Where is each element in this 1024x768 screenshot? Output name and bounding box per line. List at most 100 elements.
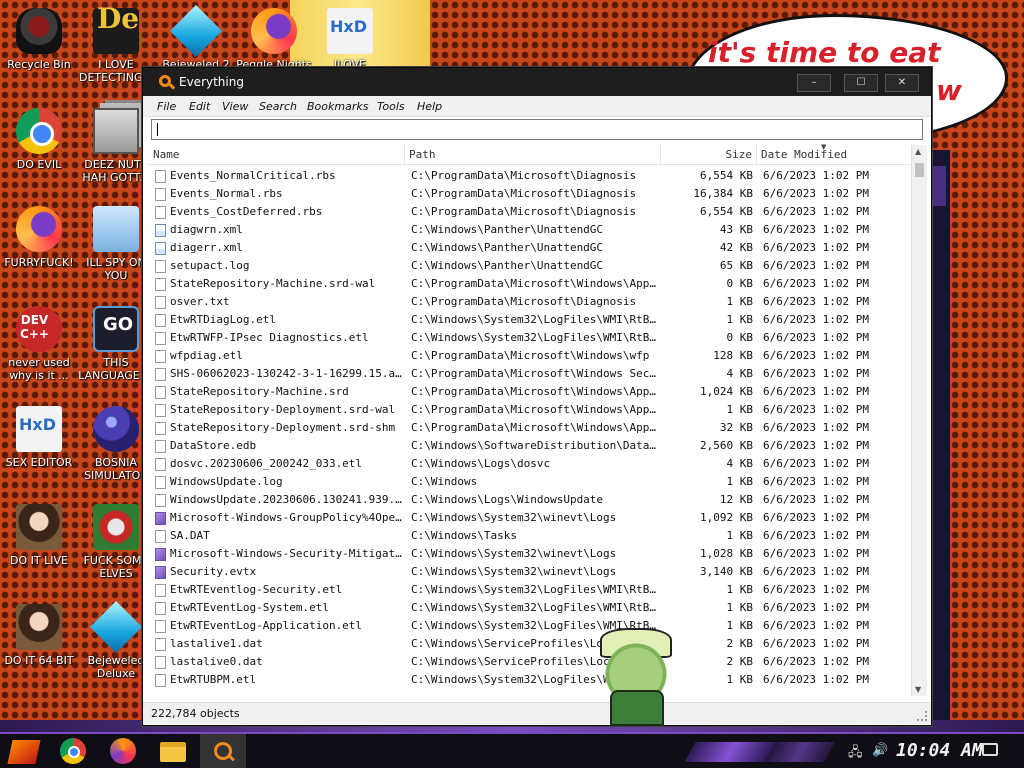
- text-caret: [157, 123, 158, 136]
- taskbar-folder-icon[interactable]: [160, 742, 186, 762]
- desktop-icon-label: DO IT 64 BIT: [4, 654, 74, 667]
- table-row[interactable]: EtwRTDiagLog.etl C:\Windows\System32\LogF…: [149, 311, 911, 329]
- table-row[interactable]: osver.txt C:\ProgramData\Microsoft\Diagno…: [149, 293, 911, 311]
- xml-file-icon: [155, 242, 166, 255]
- column-name[interactable]: Name: [149, 145, 405, 165]
- desktop-icon-label: SEX EDITOR: [5, 456, 73, 469]
- column-path[interactable]: Path: [405, 145, 661, 165]
- file-date: 6/6/2023 1:02 PM: [763, 169, 869, 182]
- scroll-up-icon[interactable]: ▲: [915, 147, 921, 156]
- taskbar-firefox-icon[interactable]: [110, 738, 136, 764]
- menu-tools[interactable]: Tools: [377, 100, 405, 113]
- table-row[interactable]: Security.evtx C:\Windows\System32\winevt\…: [149, 563, 911, 581]
- start-button[interactable]: [7, 740, 41, 764]
- desktop-icon[interactable]: Peggle Nights: [236, 8, 312, 71]
- file-size: 1 KB: [726, 475, 754, 488]
- menu-bar: File Edit View Search Bookmarks Tools He…: [143, 96, 931, 117]
- desktop-icon[interactable]: FURRYFUCK!: [1, 206, 77, 269]
- file-path: C:\ProgramData\Microsoft\Windows\AppRepo…: [411, 277, 661, 290]
- table-row[interactable]: DataStore.edb C:\Windows\SoftwareDistribu…: [149, 437, 911, 455]
- table-row[interactable]: Microsoft-Windows-GroupPolicy%4Operation…: [149, 509, 911, 527]
- desktop-icon[interactable]: DO IT 64 BIT: [1, 604, 77, 667]
- volume-icon[interactable]: 🔊: [872, 743, 888, 758]
- desktop-icon[interactable]: Bejeweled 2: [158, 4, 234, 71]
- table-row[interactable]: setupact.log C:\Windows\Panther\UnattendG…: [149, 257, 911, 275]
- file-icon: [155, 332, 166, 345]
- file-name: lastalive0.dat: [170, 655, 263, 668]
- file-name: Microsoft-Windows-GroupPolicy%4Operation…: [170, 511, 404, 524]
- table-row[interactable]: EtwRTUBPM.etl C:\Windows\System32\LogFile…: [149, 671, 911, 689]
- table-row[interactable]: StateRepository-Machine.srd-wal C:\Progra…: [149, 275, 911, 293]
- menu-search[interactable]: Search: [259, 100, 297, 113]
- table-row[interactable]: StateRepository-Deployment.srd-shm C:\Pro…: [149, 419, 911, 437]
- desktop-icon[interactable]: DO IT LIVE: [1, 504, 77, 567]
- minimize-button[interactable]: –: [797, 74, 831, 92]
- table-row[interactable]: EtwRTEventlog-Security.etl C:\Windows\Sys…: [149, 581, 911, 599]
- resize-grip-icon[interactable]: [917, 711, 927, 721]
- table-row[interactable]: wfpdiag.etl C:\ProgramData\Microsoft\Wind…: [149, 347, 911, 365]
- desktop-icon[interactable]: DO EVIL: [1, 108, 77, 171]
- scroll-down-icon[interactable]: ▼: [915, 685, 921, 694]
- scroll-thumb[interactable]: [915, 163, 924, 177]
- desktop-icon[interactable]: SEX EDITOR: [1, 406, 77, 469]
- file-name: StateRepository-Deployment.srd-shm: [170, 421, 396, 434]
- file-size: 1 KB: [726, 619, 754, 632]
- file-date: 6/6/2023 1:02 PM: [763, 277, 869, 290]
- desktop-icon[interactable]: Recycle Bin: [1, 8, 77, 71]
- clock[interactable]: 10:04 AM: [896, 740, 983, 761]
- notification-icon[interactable]: [982, 743, 998, 756]
- network-icon[interactable]: 🖧: [848, 743, 863, 765]
- menu-file[interactable]: File: [157, 100, 176, 113]
- file-size: 0 KB: [726, 277, 754, 290]
- menu-bookmarks[interactable]: Bookmarks: [307, 100, 368, 113]
- file-size: 1 KB: [726, 583, 754, 596]
- file-icon: [155, 656, 166, 669]
- file-name: EtwRTUBPM.etl: [170, 673, 257, 686]
- file-date: 6/6/2023 1:02 PM: [763, 511, 869, 524]
- table-row[interactable]: StateRepository-Deployment.srd-wal C:\Pro…: [149, 401, 911, 419]
- menu-view[interactable]: View: [222, 100, 248, 113]
- table-row[interactable]: Microsoft-Windows-Security-Mitigations%4…: [149, 545, 911, 563]
- desktop-icon[interactable]: never used why is it ...: [1, 306, 77, 382]
- table-row[interactable]: WindowsUpdate.20230606.130241.939.1.etl C…: [149, 491, 911, 509]
- title-bar[interactable]: Everything – ☐ ✕: [143, 68, 931, 96]
- taskbar-everything-icon[interactable]: [200, 734, 246, 768]
- everything-window: Everything – ☐ ✕ File Edit View Search B…: [142, 67, 932, 726]
- file-path: C:\Windows\System32\LogFiles\WMI\RtBacku…: [411, 583, 661, 596]
- table-row[interactable]: lastalive0.dat C:\Windows\ServiceProfiles…: [149, 653, 911, 671]
- file-size: 2,560 KB: [700, 439, 753, 452]
- publisher-icon: [327, 8, 373, 54]
- table-row[interactable]: lastalive1.dat C:\Windows\ServiceProfiles…: [149, 635, 911, 653]
- table-row[interactable]: Events_CostDeferred.rbs C:\ProgramData\Mi…: [149, 203, 911, 221]
- table-row[interactable]: SA.DAT C:\Windows\Tasks 1 KB 6/6/2023 1:02 …: [149, 527, 911, 545]
- vertical-scrollbar[interactable]: ▲ ▼: [911, 145, 927, 696]
- table-row[interactable]: EtwRTEventLog-Application.etl C:\Windows\…: [149, 617, 911, 635]
- menu-edit[interactable]: Edit: [189, 100, 210, 113]
- file-size: 1,024 KB: [700, 385, 753, 398]
- file-path: C:\Windows\Logs\dosvc: [411, 457, 551, 470]
- search-input[interactable]: [151, 119, 923, 140]
- menu-help[interactable]: Help: [417, 100, 442, 113]
- desktop-icon[interactable]: ILOVE: [312, 8, 388, 71]
- file-size: 6,554 KB: [700, 169, 753, 182]
- table-row[interactable]: EtwRTWFP-IPsec Diagnostics.etl C:\Windows…: [149, 329, 911, 347]
- file-name: EtwRTWFP-IPsec Diagnostics.etl: [170, 331, 369, 344]
- column-size[interactable]: Size: [661, 145, 757, 165]
- taskbar-chrome-icon[interactable]: [60, 738, 86, 764]
- table-row[interactable]: diagerr.xml C:\Windows\Panther\UnattendGC…: [149, 239, 911, 257]
- close-button[interactable]: ✕: [885, 74, 919, 92]
- speech-bubble-text-2: w: [936, 74, 962, 107]
- table-row[interactable]: WindowsUpdate.log C:\Windows 1 KB 6/6/2023 …: [149, 473, 911, 491]
- table-row[interactable]: SHS-06062023-130242-3-1-16299.15.amd64f.…: [149, 365, 911, 383]
- table-row[interactable]: StateRepository-Machine.srd C:\ProgramDat…: [149, 383, 911, 401]
- file-icon: [155, 314, 166, 327]
- table-row[interactable]: diagwrn.xml C:\Windows\Panther\UnattendGC…: [149, 221, 911, 239]
- file-name: WindowsUpdate.20230606.130241.939.1.etl: [170, 493, 404, 506]
- file-date: 6/6/2023 1:02 PM: [763, 601, 869, 614]
- maximize-button[interactable]: ☐: [844, 74, 878, 92]
- column-date-modified[interactable]: Date Modified: [757, 145, 911, 165]
- table-row[interactable]: dosvc.20230606_200242_033.etl C:\Windows\…: [149, 455, 911, 473]
- table-row[interactable]: Events_NormalCritical.rbs C:\ProgramData\…: [149, 167, 911, 185]
- table-row[interactable]: EtwRTEventLog-System.etl C:\Windows\Syste…: [149, 599, 911, 617]
- table-row[interactable]: Events_Normal.rbs C:\ProgramData\Microsof…: [149, 185, 911, 203]
